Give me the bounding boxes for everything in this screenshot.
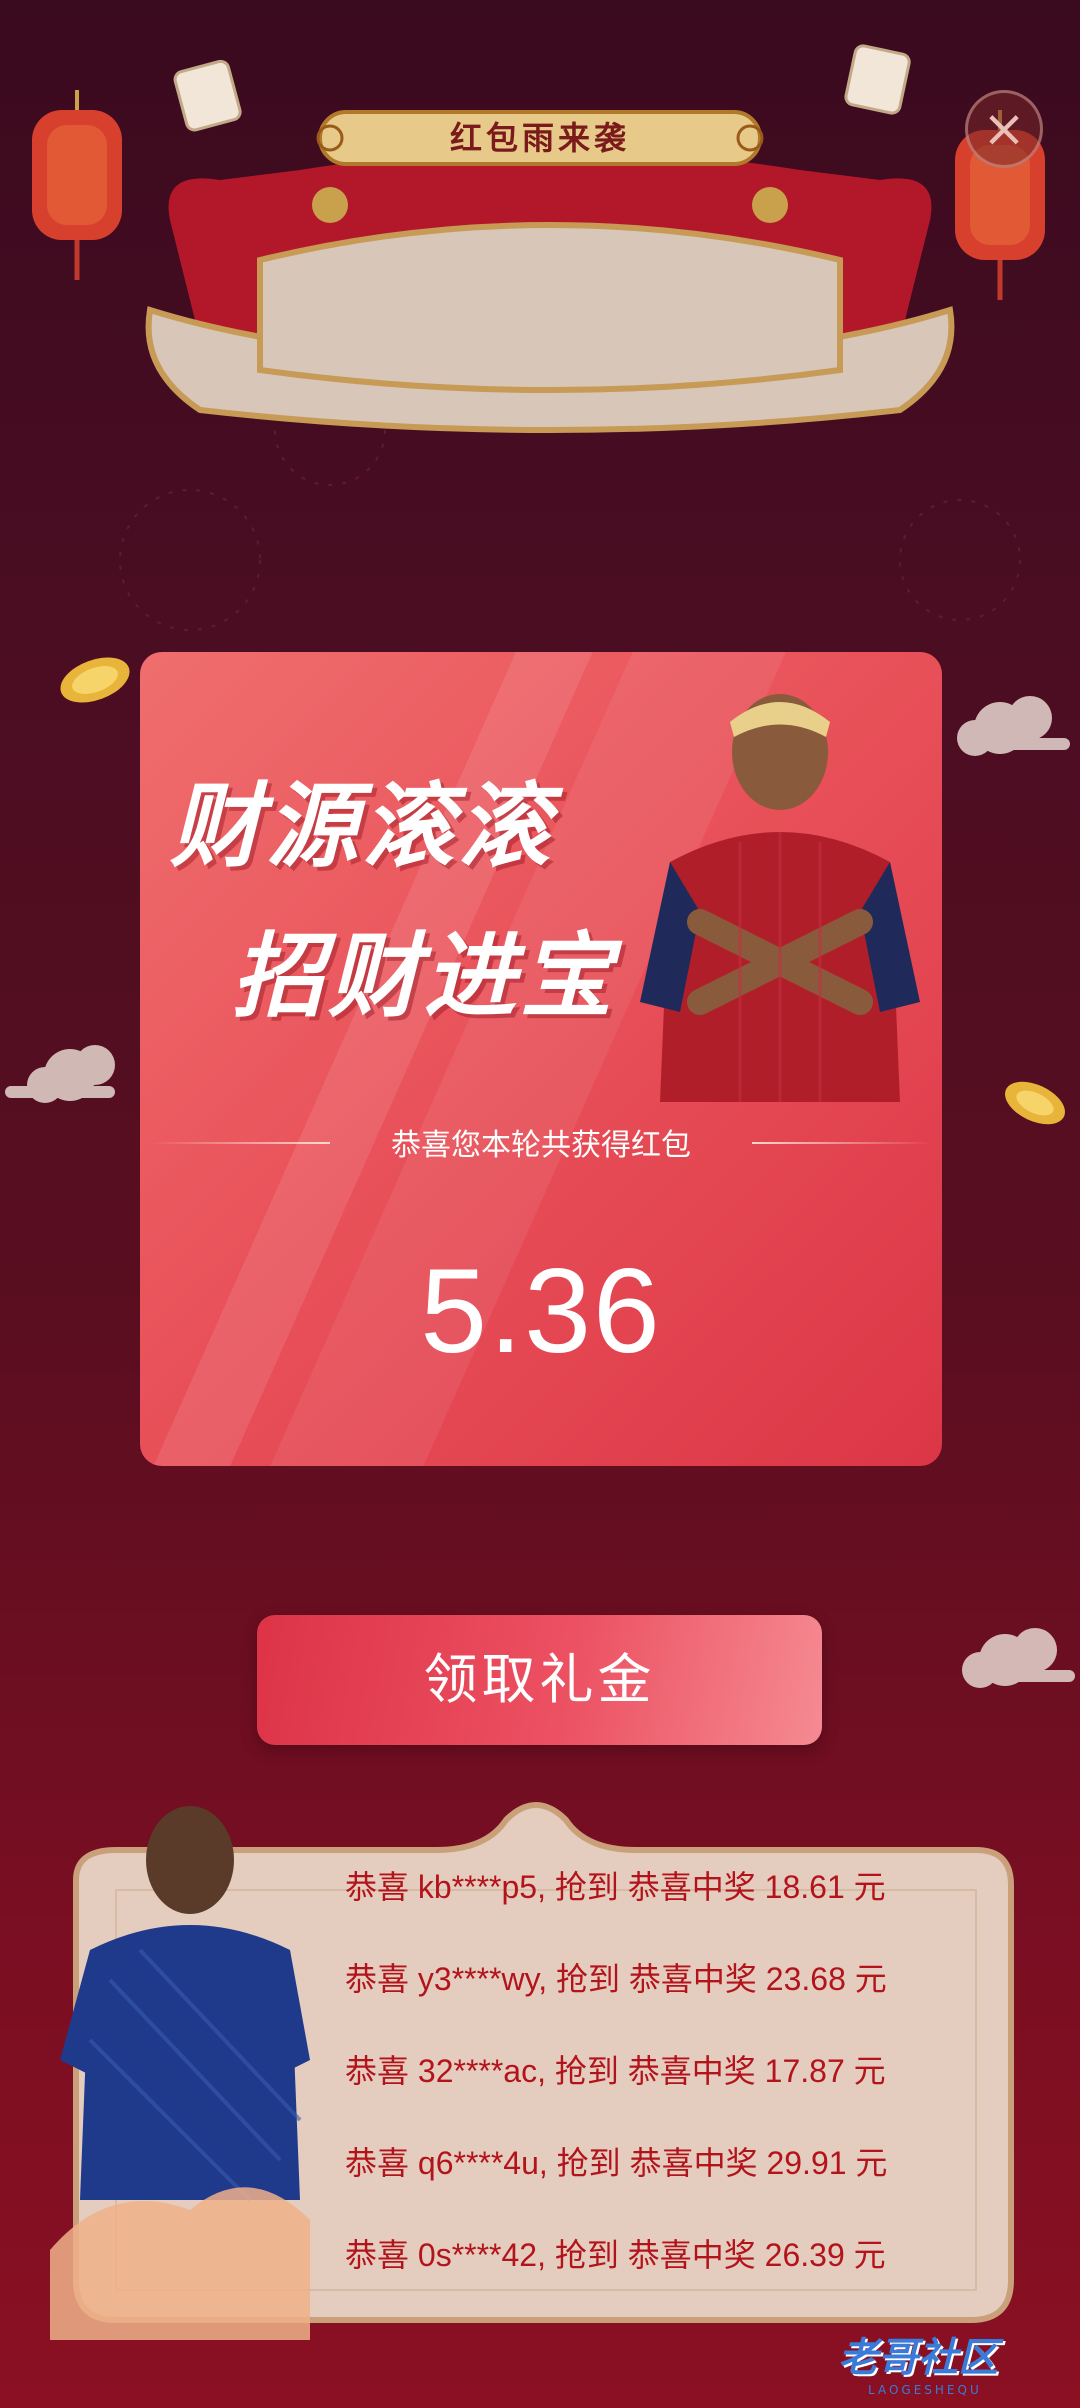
congrats-text: 恭喜您本轮共获得红包 (391, 1128, 691, 1163)
watermark-text: 老哥社区 (838, 2335, 998, 2381)
reward-amount: 5.36 (420, 1244, 662, 1378)
close-button[interactable]: × (965, 90, 1043, 168)
slogan-line-2: 招财进宝 (232, 923, 617, 1030)
mahjong-tile-icon (844, 44, 911, 115)
coin-icon (1005, 1081, 1065, 1125)
cloud-icon (957, 696, 1070, 756)
watermark-logo: 老哥社区 LAOGESHEQU (838, 2325, 1068, 2397)
winners-list: 恭喜 kb****p5, 抢到 恭喜中奖 18.61 元 恭喜 y3****wy… (345, 1862, 1025, 2322)
red-envelope-card: 财源滚滚 招财进宝 恭喜您本轮共获得红包 5.36 (140, 652, 942, 1466)
page-title: 红包雨来袭 (449, 119, 630, 157)
winner-row: 恭喜 y3****wy, 抢到 恭喜中奖 23.68 元 (345, 1961, 887, 1997)
watermark-subtext: LAOGESHEQU (868, 2383, 982, 2397)
player-image (50, 1806, 310, 2340)
mahjong-tile-icon (173, 59, 242, 132)
winner-row: 恭喜 q6****4u, 抢到 恭喜中奖 29.91 元 (345, 2145, 888, 2181)
winner-row: 恭喜 0s****42, 抢到 恭喜中奖 26.39 元 (345, 2237, 886, 2273)
cloud-icon (5, 1045, 115, 1103)
lantern-icon (32, 90, 122, 280)
player-image (640, 694, 920, 1102)
cloud-icon (962, 1628, 1075, 1688)
slogan-line-1: 财源滚滚 (170, 773, 555, 880)
winner-row: 恭喜 32****ac, 抢到 恭喜中奖 17.87 元 (345, 2053, 886, 2089)
winner-row: 恭喜 kb****p5, 抢到 恭喜中奖 18.61 元 (345, 1869, 886, 1905)
claim-button[interactable]: 领取礼金 (257, 1615, 822, 1745)
close-icon: × (982, 99, 1026, 159)
coin-icon (60, 657, 130, 703)
